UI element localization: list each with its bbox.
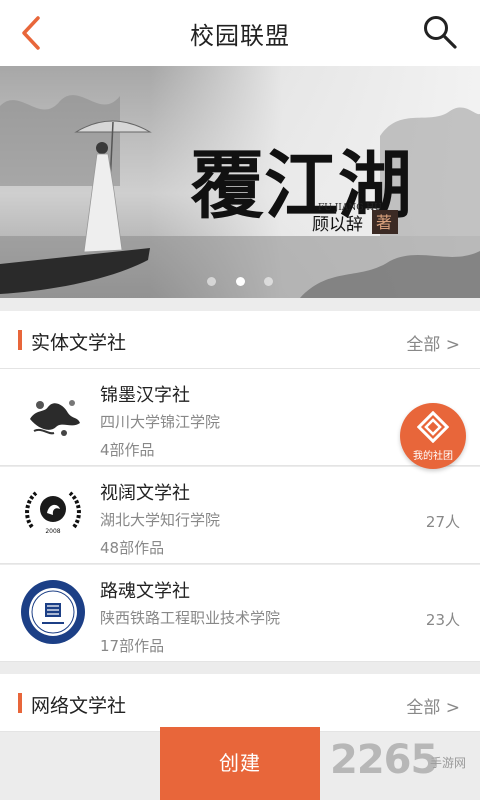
my-clubs-button[interactable]: 我的社团 <box>400 403 466 469</box>
club-name: 视阔文学社 <box>100 483 190 504</box>
section-header-physical-clubs: 实体文学社 全部 > <box>0 311 480 369</box>
banner-dot-3[interactable] <box>263 277 273 286</box>
club-member-count: 27人 <box>425 513 460 531</box>
club-school: 湖北大学知行学院 <box>100 511 221 529</box>
section-header-online-clubs: 网络文学社 全部 > <box>0 674 480 732</box>
my-clubs-label: 我的社团 <box>413 451 453 462</box>
see-all-link[interactable]: 全部 > <box>406 330 460 355</box>
section-title: 实体文学社 <box>31 332 127 354</box>
create-button[interactable]: 创建 <box>160 727 320 800</box>
club-school: 陕西铁路工程职业技术学院 <box>100 609 281 627</box>
club-school: 四川大学锦江学院 <box>100 413 221 431</box>
club-member-count: 23人 <box>425 611 460 629</box>
banner-dot-2[interactable] <box>235 277 245 286</box>
section-title: 网络文学社 <box>31 695 127 717</box>
section-accent-bar <box>18 330 22 350</box>
banner-author: 顾以辞 <box>312 215 363 235</box>
see-all-link[interactable]: 全部 > <box>406 693 460 718</box>
club-name: 路魂文学社 <box>100 581 190 602</box>
club-row[interactable]: 路魂文学社 陕西铁路工程职业技术学院 17部作品 23人 <box>0 565 480 662</box>
watermark-site: 手游网 <box>430 756 467 770</box>
club-works-count: 48部作品 <box>100 539 165 557</box>
banner-seal: 著 <box>376 213 392 232</box>
club-row[interactable]: 2008 视阔文学社 湖北大学知行学院 48部作品 27人 <box>0 467 480 564</box>
watermark-number: 2265 <box>330 737 438 783</box>
page-title: 校园联盟 <box>190 22 290 50</box>
club-works-count: 4部作品 <box>100 441 155 459</box>
promo-banner[interactable]: 覆江湖 FU JIANG HU 顾以辞 著 <box>0 66 480 298</box>
club-logo-ink <box>20 383 86 449</box>
club-logo-wreath: 2008 <box>20 481 86 547</box>
section-accent-bar <box>18 693 22 713</box>
banner-pagination <box>0 271 480 290</box>
club-logo-seal <box>21 580 85 644</box>
banner-artwork: 覆江湖 FU JIANG HU 顾以辞 著 <box>0 66 480 298</box>
diamond-icon <box>417 411 449 443</box>
club-name: 锦墨汉字社 <box>100 385 190 406</box>
club-works-count: 17部作品 <box>100 637 165 655</box>
search-icon[interactable] <box>422 14 458 50</box>
banner-dot-1[interactable] <box>207 277 217 286</box>
club-logo-year: 2008 <box>45 528 60 535</box>
top-bar: 校园联盟 <box>0 0 480 66</box>
site-watermark: 2265 手游网 <box>330 737 478 793</box>
